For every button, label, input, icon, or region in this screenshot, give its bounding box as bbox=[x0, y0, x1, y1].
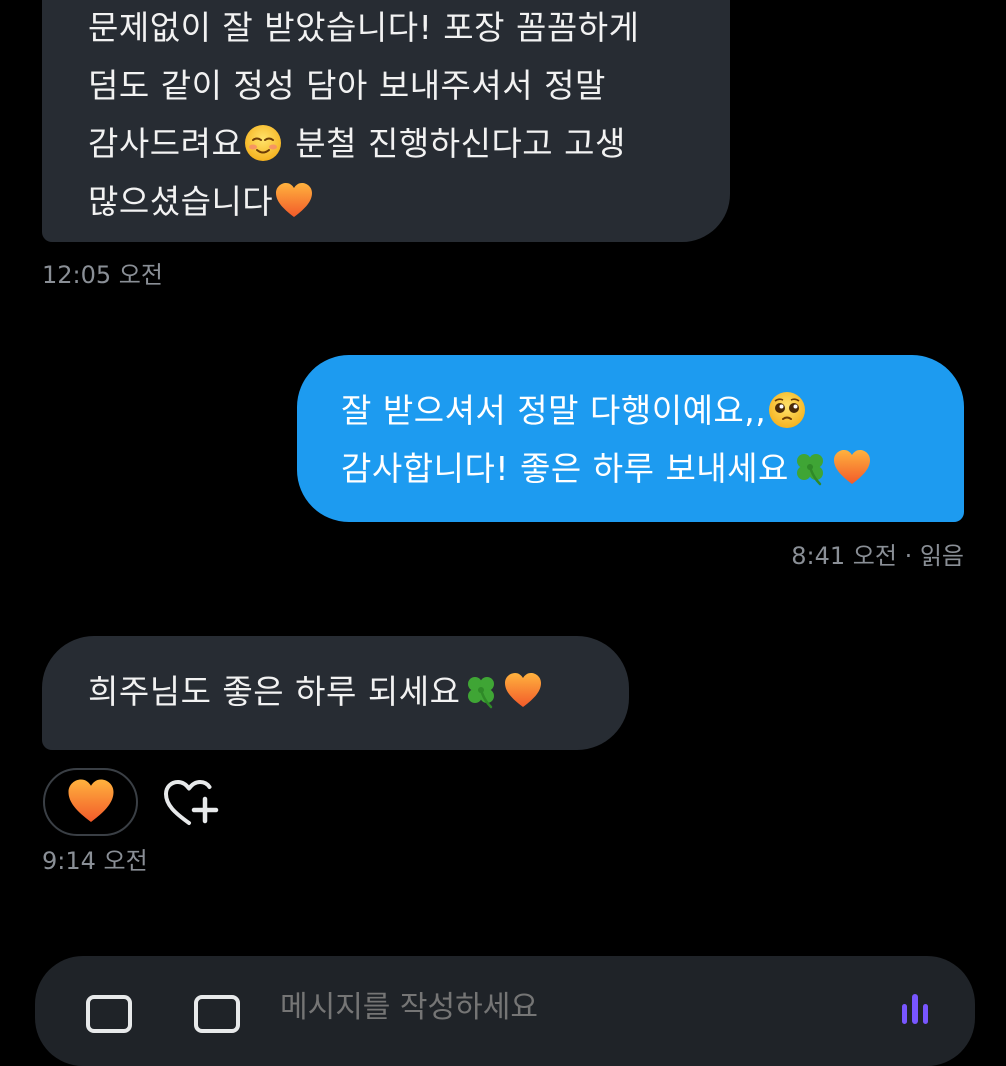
heart-plus-icon[interactable] bbox=[161, 775, 221, 831]
message-line: 감사합니다! 좋은 하루 보내세요 bbox=[341, 440, 964, 498]
image-icon[interactable] bbox=[193, 994, 241, 1034]
four-leaf-clover-icon bbox=[461, 671, 501, 711]
voice-icon[interactable] bbox=[895, 992, 935, 1032]
pleading-face-icon bbox=[767, 390, 807, 430]
message-bubble-incoming[interactable]: 희주님도 좋은 하루 되세요 bbox=[42, 636, 629, 750]
message-timestamp: 12:05 오전 bbox=[42, 261, 163, 289]
message-line: 희주님도 좋은 하루 되세요 bbox=[88, 663, 629, 721]
orange-heart-icon bbox=[66, 777, 116, 827]
message-bubble-incoming[interactable]: 문제없이 잘 받았습니다! 포장 꼼꼼하게 덤도 같이 정성 담아 보내주셔서 … bbox=[42, 0, 730, 242]
message-input[interactable] bbox=[280, 990, 840, 1025]
message-line: 감사드려요 분철 진행하신다고 고생 bbox=[88, 123, 626, 163]
smiling-face-icon bbox=[243, 123, 283, 163]
four-leaf-clover-icon bbox=[790, 448, 830, 488]
message-line: 많으셨습니다 bbox=[88, 173, 730, 231]
message-line: 문제없이 잘 받았습니다! 포장 꼼꼼하게 bbox=[88, 8, 640, 47]
message-timestamp: 9:14 오전 bbox=[42, 847, 148, 875]
message-bubble-outgoing[interactable]: 잘 받으셔서 정말 다행이예요,, 감사합니다! 좋은 하루 보내세요 bbox=[297, 355, 964, 522]
reaction-pill[interactable] bbox=[43, 768, 138, 836]
message-line: 잘 받으셔서 정말 다행이예요,, bbox=[341, 382, 964, 440]
message-composer bbox=[35, 956, 975, 1066]
orange-heart-icon bbox=[503, 671, 543, 711]
orange-heart-icon bbox=[274, 181, 314, 221]
message-timestamp-read-status: 8:41 오전 · 읽음 bbox=[791, 542, 964, 570]
message-line: 덤도 같이 정성 담아 보내주셔서 정말 bbox=[88, 66, 606, 105]
orange-heart-icon bbox=[832, 448, 872, 488]
gif-icon[interactable] bbox=[85, 994, 133, 1034]
